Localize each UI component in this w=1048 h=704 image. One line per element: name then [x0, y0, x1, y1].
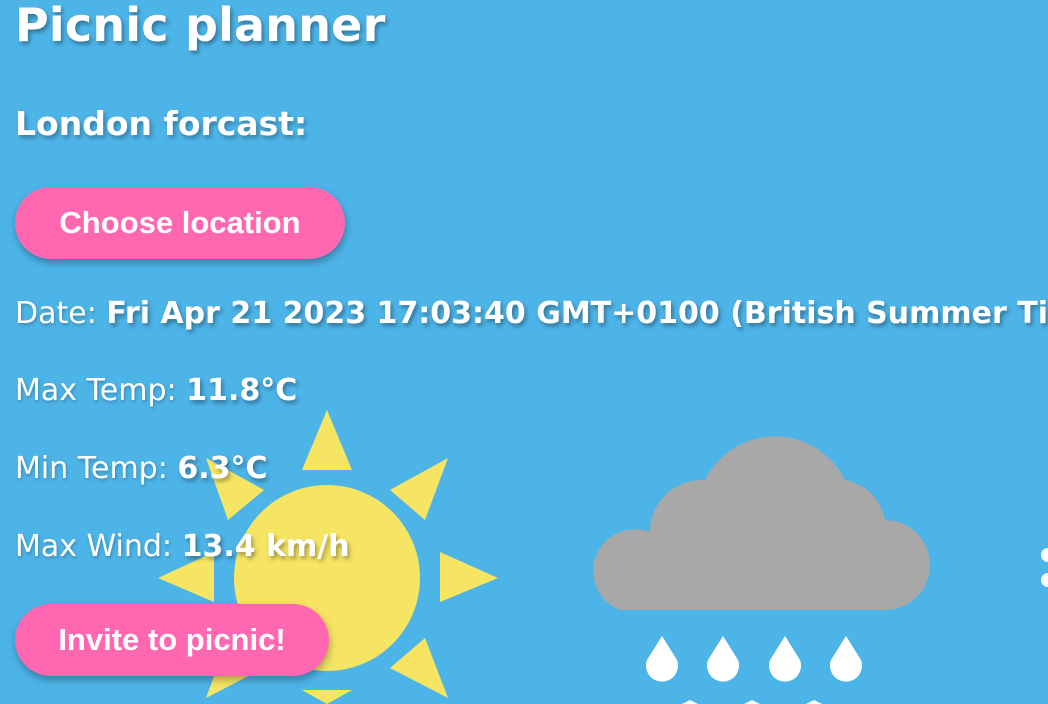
rain-cloud-icon: [593, 436, 1048, 704]
picnic-planner-page: Picnic planner London forcast: Choose lo…: [0, 0, 1048, 704]
choose-location-button[interactable]: Choose location: [15, 187, 345, 259]
min-temp-label: Min Temp:: [15, 451, 168, 486]
max-temp-row: Max Temp: 11.8°C: [15, 373, 297, 408]
invite-to-picnic-button[interactable]: Invite to picnic!: [15, 604, 329, 676]
max-temp-label: Max Temp:: [15, 373, 177, 408]
page-title: Picnic planner: [15, 0, 386, 52]
date-row: Date: Fri Apr 21 2023 17:03:40 GMT+0100 …: [15, 296, 1048, 331]
date-value: Fri Apr 21 2023 17:03:40 GMT+0100 (Briti…: [106, 296, 1048, 331]
max-wind-label: Max Wind:: [15, 529, 173, 564]
max-wind-row: Max Wind: 13.4 km/h: [15, 529, 350, 564]
min-temp-value: 6.3°C: [177, 451, 268, 486]
max-temp-value: 11.8°C: [186, 373, 298, 408]
max-wind-value: 13.4 km/h: [181, 529, 350, 564]
min-temp-row: Min Temp: 6.3°C: [15, 451, 268, 486]
date-label: Date:: [15, 296, 97, 331]
forecast-heading: London forcast:: [15, 104, 308, 143]
